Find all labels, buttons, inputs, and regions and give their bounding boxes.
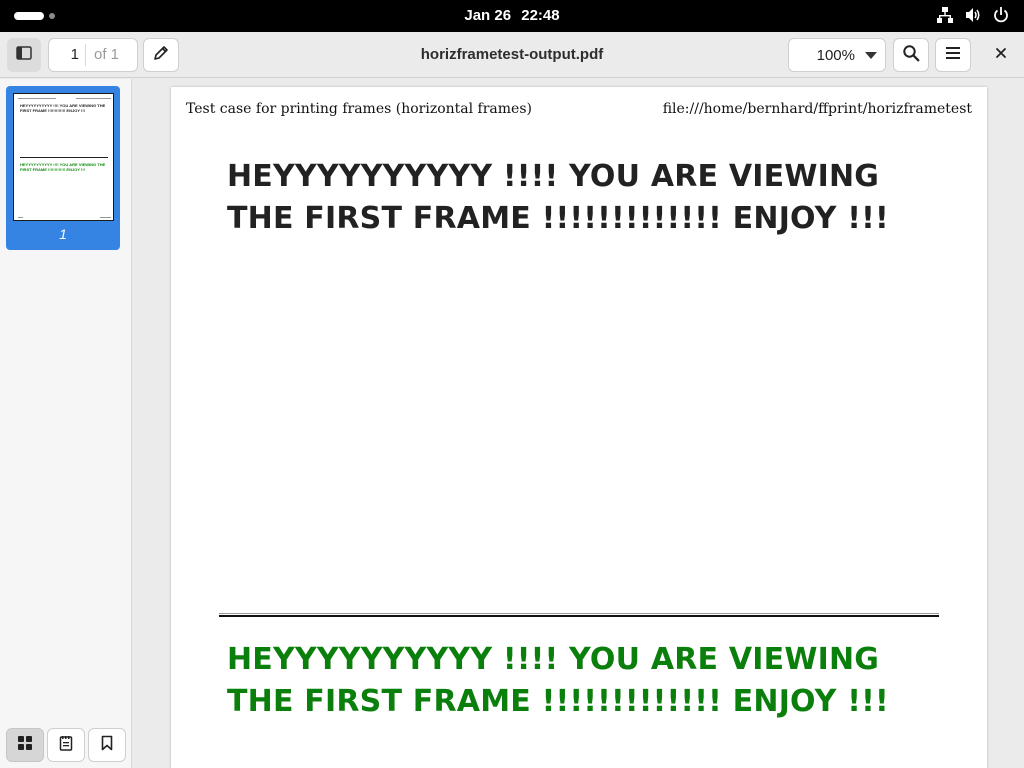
thumbnail-preview: HEYYYYYYYYYY !!!! YOU ARE VIEWING THE FI…	[13, 93, 114, 221]
thumbnail-header-left	[18, 98, 56, 99]
thumbnail-header-right	[76, 98, 111, 99]
network-icon	[936, 6, 954, 24]
search-button[interactable]	[893, 38, 929, 72]
frame1-text: HEYYYYYYYYYY !!!! YOU ARE VIEWING THE FI…	[227, 159, 889, 236]
frame2-text: HEYYYYYYYYYY !!!! YOU ARE VIEWING THE FI…	[227, 642, 889, 719]
zoom-value[interactable]: 100%	[789, 47, 857, 64]
thumbnail-footer-left	[18, 217, 23, 218]
current-page-input[interactable]: 1	[49, 39, 85, 71]
annotate-button[interactable]	[143, 38, 179, 72]
pencil-icon	[153, 45, 169, 66]
tab-thumbnails[interactable]	[6, 728, 44, 762]
close-window-button[interactable]	[984, 38, 1018, 72]
frame-divider	[219, 613, 939, 617]
system-tray[interactable]	[936, 6, 1010, 24]
page-number-entry[interactable]: 1 of 1	[48, 38, 138, 72]
document-view[interactable]: Test case for printing frames (horizonta…	[133, 79, 1024, 768]
clock-date: Jan 26	[464, 7, 512, 24]
sidebar-view-switcher	[6, 728, 126, 762]
volume-icon	[964, 6, 982, 24]
thumbnail-frame1-text: HEYYYYYYYYYY !!!! YOU ARE VIEWING THE FI…	[20, 103, 106, 113]
sidebar-toggle-icon	[16, 45, 32, 65]
thumbnail-divider	[20, 157, 108, 158]
clock-time: 22:48	[521, 7, 560, 24]
sidebar-toggle-button[interactable]	[7, 38, 41, 72]
clock[interactable]: Jan 26 22:48	[0, 7, 1024, 24]
close-icon	[995, 46, 1007, 64]
chevron-down-icon[interactable]	[865, 51, 877, 59]
outline-document-icon	[58, 735, 74, 756]
page-header-url: file:///home/bernhard/ffprint/horizframe…	[662, 101, 972, 117]
zoom-selector[interactable]: 100%	[788, 38, 886, 72]
thumbnail-footer-right	[100, 217, 111, 218]
page-thumbnail[interactable]: HEYYYYYYYYYY !!!! YOU ARE VIEWING THE FI…	[6, 86, 120, 250]
bookmark-icon	[100, 735, 114, 756]
thumbnail-page-label: 1	[59, 226, 67, 242]
page-header-title: Test case for printing frames (horizonta…	[186, 101, 532, 117]
page-count-label: of 1	[94, 46, 120, 63]
sidebar: HEYYYYYYYYYY !!!! YOU ARE VIEWING THE FI…	[0, 79, 132, 768]
pdf-page: Test case for printing frames (horizonta…	[171, 87, 987, 768]
system-top-bar: Jan 26 22:48	[0, 0, 1024, 32]
document-title: horizframetest-output.pdf	[420, 46, 604, 63]
search-icon	[902, 44, 920, 67]
thumbnails-grid-icon	[17, 735, 33, 756]
tab-bookmarks[interactable]	[88, 728, 126, 762]
main-menu-button[interactable]	[935, 38, 971, 72]
thumbnail-frame2-text: HEYYYYYYYYYY !!!! YOU ARE VIEWING THE FI…	[20, 162, 106, 172]
tab-outline[interactable]	[47, 728, 85, 762]
hamburger-menu-icon	[945, 46, 961, 65]
power-icon	[992, 6, 1010, 24]
header-bar: 1 of 1 horizframetest-output.pdf 100%	[0, 32, 1024, 78]
